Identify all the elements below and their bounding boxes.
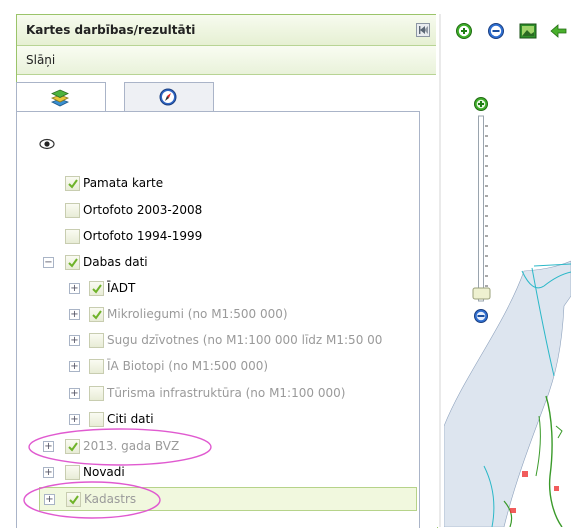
expand-icon[interactable]: + [69,414,80,425]
layer-checkbox[interactable] [65,255,80,270]
expand-icon[interactable]: + [43,467,54,478]
expand-icon[interactable]: + [69,283,80,294]
zoom-in-icon[interactable] [455,22,473,40]
zoom-slider[interactable] [472,96,494,326]
layers-icon [50,88,70,111]
section-title: Slāņi [26,53,56,67]
expand-icon[interactable]: + [69,335,80,346]
layers-section-header[interactable]: Slāņi [17,46,437,75]
collapse-icon[interactable]: − [43,257,54,268]
panel-tabs [16,82,418,115]
layer-row[interactable]: +2013. gada BVZ [17,435,419,457]
layer-checkbox[interactable] [65,176,80,191]
compass-icon [159,88,177,109]
expand-icon[interactable]: + [69,361,80,372]
layer-row[interactable]: + Mikroliegumi (no M1:500 000) [17,303,419,325]
zoom-out-icon[interactable] [487,22,505,40]
expand-icon[interactable]: + [44,494,55,505]
layer-row[interactable]: − Dabas dati [17,251,419,273]
visibility-eye-icon[interactable] [39,138,55,153]
layer-label: Pamata karte [83,176,164,190]
layer-row[interactable]: Ortofoto 1994-1999 [17,225,419,247]
layer-row[interactable]: Ortofoto 2003-2008 [17,199,419,221]
layer-row[interactable]: + ĪA Biotopi (no M1:500 000) [17,355,419,377]
layer-label: Citi dati [107,412,154,426]
layer-row[interactable]: + Tūrisma infrastruktūra (no M1:100 000) [17,382,419,404]
expand-icon[interactable]: + [43,441,54,452]
layer-checkbox[interactable] [66,492,81,507]
image-icon[interactable] [519,22,537,40]
layer-label: Ortofoto 1994-1999 [83,229,203,243]
layer-checkbox[interactable] [65,229,80,244]
layer-checkbox[interactable] [89,333,104,348]
collapse-panel-icon[interactable] [416,23,430,37]
layer-label: ĪADT [107,281,136,295]
layer-row[interactable]: Pamata karte [17,172,419,194]
layer-checkbox[interactable] [89,359,104,374]
layer-checkbox[interactable] [65,203,80,218]
layer-checkbox[interactable] [89,412,104,427]
layer-label: Ortofoto 2003-2008 [83,203,203,217]
pan-arrow-icon[interactable] [549,22,567,40]
tab-navigation[interactable] [124,82,214,113]
layer-label: Sugu dzīvotnes (no M1:100 000 līdz M1:50… [107,333,383,347]
layer-row[interactable]: + Citi dati [17,408,419,430]
map-toolbar [441,14,571,46]
layer-label: ĪA Biotopi (no M1:500 000) [107,359,269,373]
layer-label: Kadastrs [84,492,137,506]
expand-icon[interactable]: + [69,388,80,399]
layer-checkbox[interactable] [89,386,104,401]
layer-label: Tūrisma infrastruktūra (no M1:100 000) [107,386,346,400]
layer-checkbox[interactable] [65,439,80,454]
layer-checkbox[interactable] [89,281,104,296]
layer-row[interactable]: + ĪADT [17,277,419,299]
layer-label: 2013. gada BVZ [83,439,180,453]
layer-checkbox[interactable] [65,465,80,480]
layers-tree: Pamata karte Ortofoto 2003-2008 Ortofoto 1… [16,111,420,528]
layer-label: Mikroliegumi (no M1:500 000) [107,307,288,321]
layer-row[interactable]: + Kadastrs [39,487,417,511]
layer-label: Dabas dati [83,255,148,269]
layer-row[interactable]: + Novadi [17,461,419,483]
expand-icon[interactable]: + [69,309,80,320]
layer-row[interactable]: + Sugu dzīvotnes (no M1:100 000 līdz M1:5… [17,329,419,351]
panel-title: Kartes darbības/rezultāti [26,23,196,37]
panel-header: Kartes darbības/rezultāti [17,15,437,46]
layer-label: Novadi [83,465,125,479]
panel-splitter[interactable] [436,14,444,527]
map-view[interactable] [444,46,571,527]
layer-checkbox[interactable] [89,307,104,322]
